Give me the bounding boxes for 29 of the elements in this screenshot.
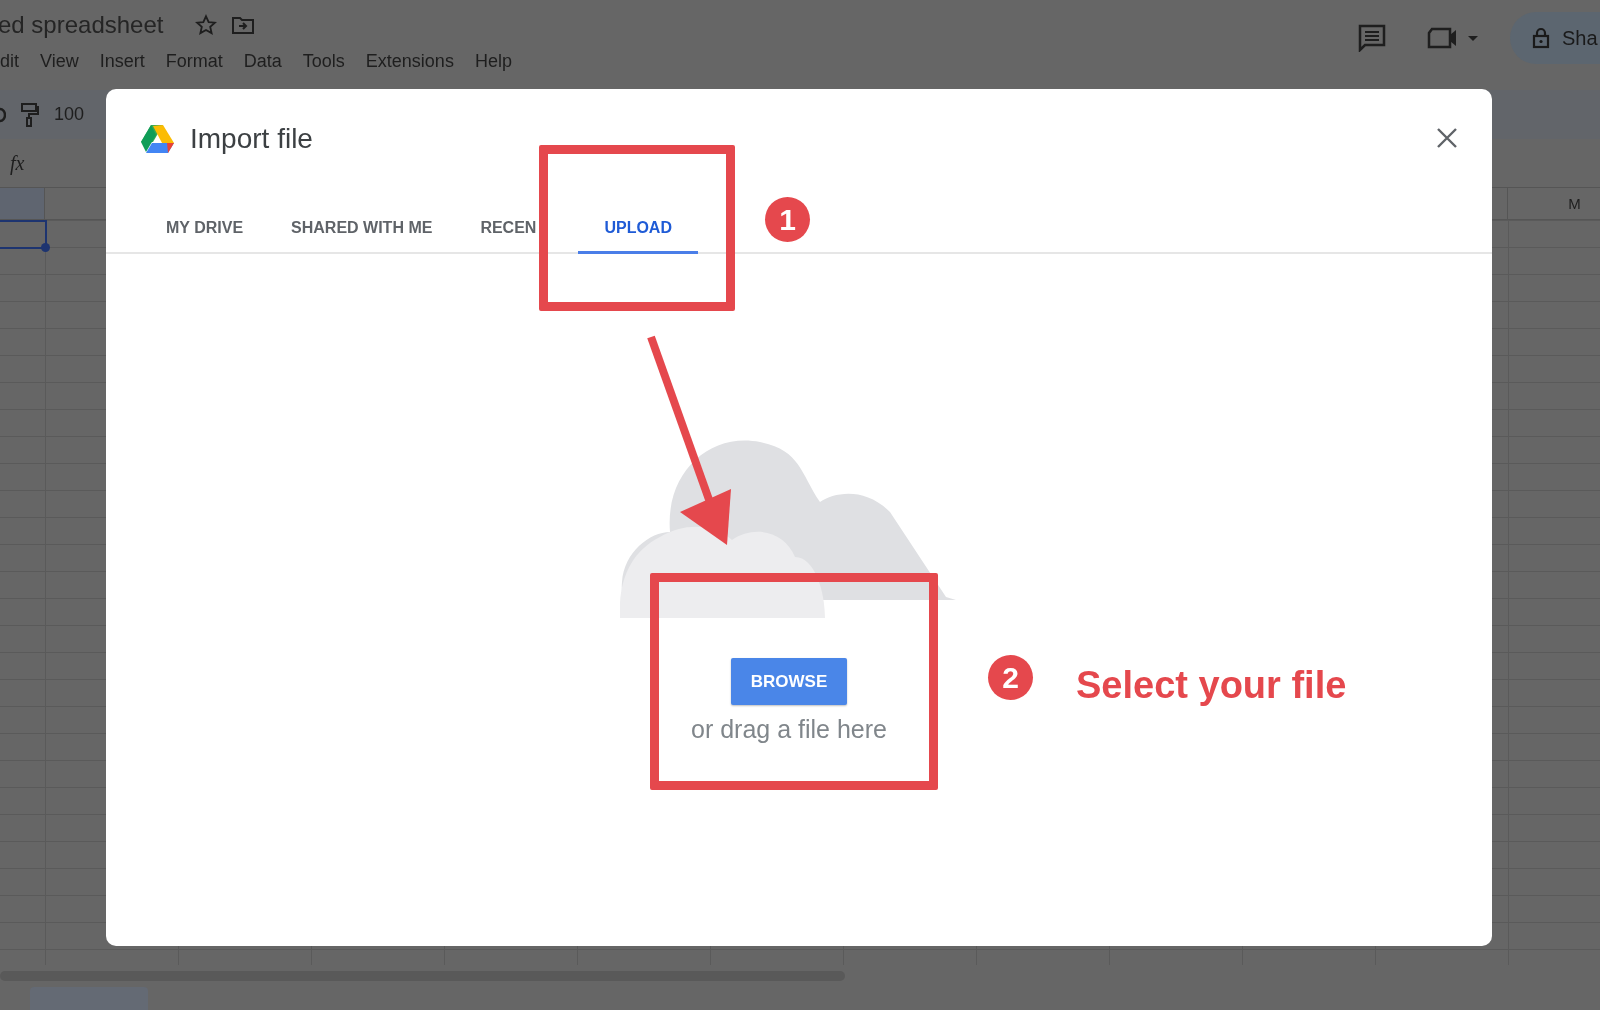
share-button[interactable]: Sha [1510,12,1600,64]
dialog-tab[interactable]: MY DRIVE [166,209,244,254]
menu-item[interactable]: Insert [99,50,145,72]
star-icon[interactable] [195,14,218,36]
menu-item[interactable]: View [40,50,79,72]
fill-handle[interactable] [41,243,50,252]
drop-hint: or drag a file here [691,715,887,744]
paint-format-icon[interactable] [20,101,40,128]
menu-item[interactable]: Help [474,50,512,72]
dialog-tab[interactable]: RECEN [480,209,537,254]
browse-button[interactable]: BROWSE [731,658,847,705]
menu-item[interactable]: dit [0,50,19,72]
drive-logo-icon [140,124,174,154]
menu-item[interactable]: Extensions [365,50,454,72]
lock-icon [1532,27,1550,49]
column-header[interactable]: M [1508,188,1600,219]
dialog-tab[interactable]: UPLOAD [578,209,698,254]
menu-item[interactable]: Tools [302,50,345,72]
move-folder-icon[interactable] [231,15,256,35]
annotation-caption: Select your file [1076,664,1347,707]
dialog-tab[interactable]: SHARED WITH ME [291,209,433,254]
menu-item[interactable]: Data [243,50,282,72]
dialog-title: Import file [190,123,314,155]
corner-cell[interactable] [0,188,45,219]
video-call-icon[interactable] [1427,26,1479,50]
comment-icon[interactable] [1358,24,1386,52]
zoom-level[interactable]: 100 [54,104,85,125]
menu-item[interactable]: Format [165,50,223,72]
formula-label: fx [10,151,25,175]
